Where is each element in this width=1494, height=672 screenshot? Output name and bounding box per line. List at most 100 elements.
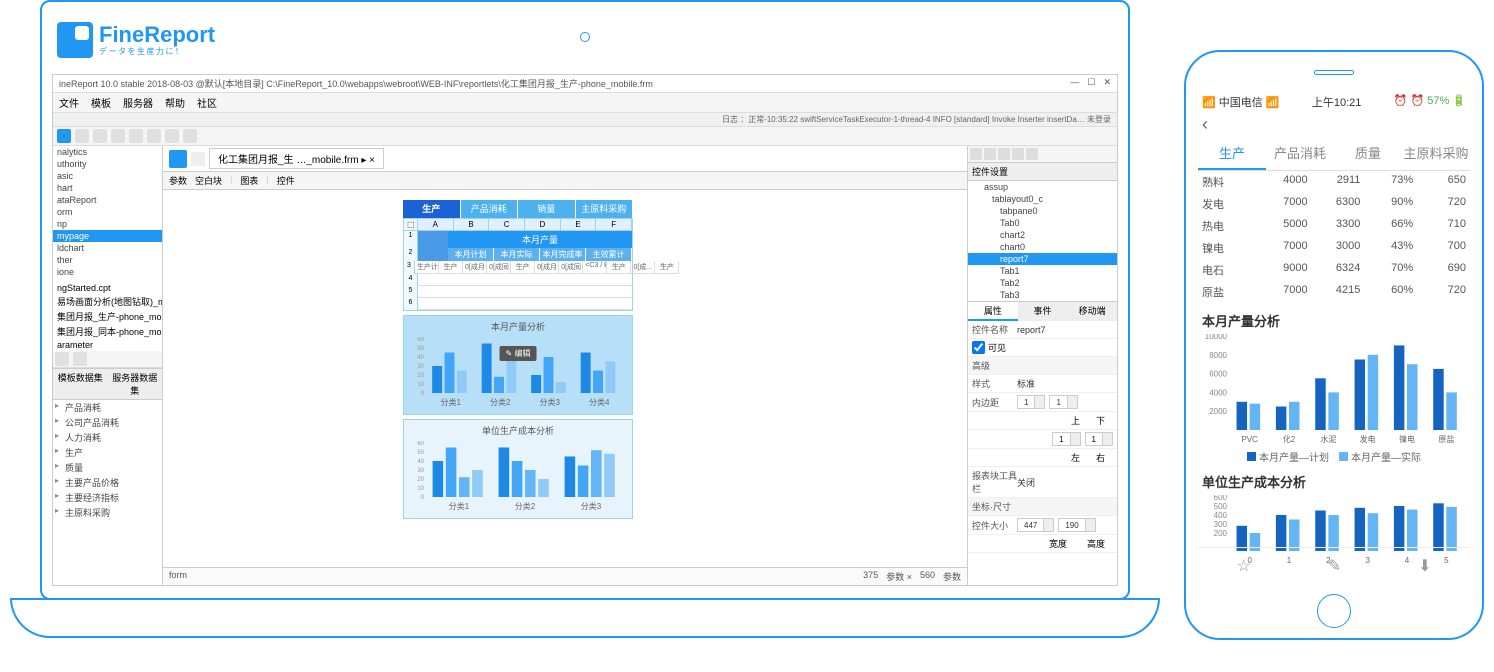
tree-node[interactable]: chart0 [968, 241, 1117, 253]
visible-checkbox[interactable] [972, 341, 985, 354]
tab-events[interactable]: 事件 [1018, 302, 1068, 321]
tree-node[interactable]: tablayout0_c [968, 193, 1117, 205]
tab-production[interactable]: 生产 [403, 200, 461, 218]
props-paste-icon[interactable] [1012, 148, 1024, 160]
tab-mobile[interactable]: 移动端 [1067, 302, 1117, 321]
spreadsheet-block[interactable]: ⬚ AB CD EF 1 本月产量 [403, 218, 633, 311]
folder-item[interactable]: ther [53, 254, 162, 266]
section-chart[interactable]: 图表 [240, 174, 258, 187]
ds-add-icon[interactable] [55, 352, 69, 366]
tree-node[interactable]: report7 [968, 253, 1117, 265]
design-canvas[interactable]: 生产 产品消耗 销量 主原料采购 ⬚ AB CD EF [163, 190, 967, 567]
width-spinner[interactable]: 447 [1017, 518, 1054, 532]
file-item[interactable]: 集团月报_同本-phone_mobile.frm [53, 324, 162, 339]
padding-bottom-spinner[interactable]: 1 [1049, 395, 1077, 409]
dataset-item[interactable]: 生产 [53, 445, 162, 460]
cell[interactable]: 0[成同 [559, 261, 583, 273]
download-icon[interactable]: ⬇ [1418, 556, 1431, 576]
cell[interactable]: 生产 [511, 261, 535, 273]
cell[interactable]: 生产 [439, 261, 463, 273]
menu-file[interactable]: 文件 [59, 95, 79, 110]
maximize-icon[interactable]: ☐ [1087, 77, 1095, 90]
padding-left-spinner[interactable]: 1 [1052, 432, 1080, 446]
folder-item[interactable]: mypage [53, 230, 162, 242]
pencil-icon[interactable]: ✎ [1328, 556, 1341, 576]
dataset-item[interactable]: 人力消耗 [53, 430, 162, 445]
tab-attributes[interactable]: 属性 [968, 302, 1018, 321]
toolbar-toggle[interactable]: 关闭 [1017, 476, 1113, 489]
edit-chart-button[interactable]: ✎ 编辑 [500, 346, 537, 361]
tree-node[interactable]: chart2 [968, 229, 1117, 241]
folder-item[interactable]: hart [53, 182, 162, 194]
minimize-icon[interactable]: — [1070, 77, 1079, 90]
dataset-item[interactable]: 质量 [53, 460, 162, 475]
tab-template-ds[interactable]: 模板数据集 [53, 369, 108, 399]
folder-item[interactable]: orm [53, 206, 162, 218]
height-spinner[interactable]: 190 [1058, 518, 1095, 532]
open-icon[interactable] [75, 129, 89, 143]
padding-top-spinner[interactable]: 1 [1017, 395, 1045, 409]
paste-icon[interactable] [183, 129, 197, 143]
tree-node[interactable]: Tab2 [968, 277, 1117, 289]
save-icon[interactable] [93, 129, 107, 143]
phone-tab-production[interactable]: 生产 [1198, 137, 1266, 170]
tab-materials[interactable]: 主原料采购 [576, 200, 634, 218]
phone-tab-quality[interactable]: 质量 [1334, 137, 1402, 170]
cell[interactable]: 0[成月 [535, 261, 559, 273]
section-blank[interactable]: 空白块 [195, 174, 222, 187]
doc-tab[interactable]: 化工集团月报_生 …_mobile.frm ▸ × [209, 148, 384, 169]
tree-node[interactable]: Tab1 [968, 265, 1117, 277]
folder-item[interactable]: np [53, 218, 162, 230]
control-name-field[interactable]: report7 [1017, 325, 1113, 335]
chart-block-2[interactable]: 单位生产成本分析 0102030405060分类1分类2分类3 [403, 419, 633, 519]
tree-node[interactable]: Tab3 [968, 289, 1117, 301]
copy-icon[interactable] [165, 129, 179, 143]
folder-item[interactable]: nalytics [53, 146, 162, 158]
phone-tab-consumption[interactable]: 产品消耗 [1266, 137, 1334, 170]
new-icon[interactable] [57, 129, 71, 143]
close-icon[interactable]: ✕ [1103, 77, 1111, 90]
style-select[interactable]: 标准 [1017, 377, 1113, 390]
cell[interactable]: 0[成月 [463, 261, 487, 273]
tab-sales[interactable]: 销量 [518, 200, 576, 218]
redo-icon[interactable] [129, 129, 143, 143]
props-copy-icon[interactable] [998, 148, 1010, 160]
folder-item[interactable]: ione [53, 266, 162, 278]
cell[interactable]: 生产计划 [415, 261, 439, 273]
back-button[interactable]: ‹ [1198, 112, 1470, 137]
home-button[interactable] [1317, 594, 1351, 628]
section-control[interactable]: 控件 [277, 174, 295, 187]
ds-edit-icon[interactable] [73, 352, 87, 366]
dataset-item[interactable]: 主要经济指标 [53, 490, 162, 505]
menu-template[interactable]: 模板 [91, 95, 111, 110]
dataset-item[interactable]: 主要产品价格 [53, 475, 162, 490]
props-delete-icon[interactable] [1026, 148, 1038, 160]
undo-icon[interactable] [111, 129, 125, 143]
folder-item[interactable]: ldchart [53, 242, 162, 254]
file-item[interactable]: arameter [53, 339, 162, 351]
tree-node[interactable]: Tab0 [968, 217, 1117, 229]
home-icon[interactable] [191, 152, 205, 166]
tab-server-ds[interactable]: 服务器数据集 [108, 369, 163, 399]
dataset-item[interactable]: 主原料采购 [53, 505, 162, 520]
cell[interactable]: 0[成... [631, 261, 655, 273]
tree-node[interactable]: assup [968, 181, 1117, 193]
menu-server[interactable]: 服务器 [123, 95, 153, 110]
dataset-item[interactable]: 产品消耗 [53, 400, 162, 415]
folder-item[interactable]: uthority [53, 158, 162, 170]
chart-block-1[interactable]: 本月产量分析 0102030405060分类1分类2分类3分类4 ✎ 编辑 [403, 315, 633, 415]
file-item[interactable]: ngStarted.cpt [53, 282, 162, 294]
phone-tab-materials[interactable]: 主原料采购 [1402, 137, 1470, 170]
star-icon[interactable]: ☆ [1236, 556, 1250, 576]
cell[interactable]: 生产 [607, 261, 631, 273]
cell[interactable]: 生产 [655, 261, 679, 273]
file-item[interactable]: 集团月报_生产-phone_mobile.frm [53, 309, 162, 324]
tab-consumption[interactable]: 产品消耗 [461, 200, 519, 218]
menu-help[interactable]: 帮助 [165, 95, 185, 110]
section-params[interactable]: 参数 [169, 174, 187, 187]
cell[interactable]: 0[成同 [487, 261, 511, 273]
folder-item[interactable]: ataReport [53, 194, 162, 206]
cell[interactable]: <C3 / B3 [583, 261, 607, 273]
props-icon-1[interactable] [970, 148, 982, 160]
menu-community[interactable]: 社区 [197, 95, 217, 110]
